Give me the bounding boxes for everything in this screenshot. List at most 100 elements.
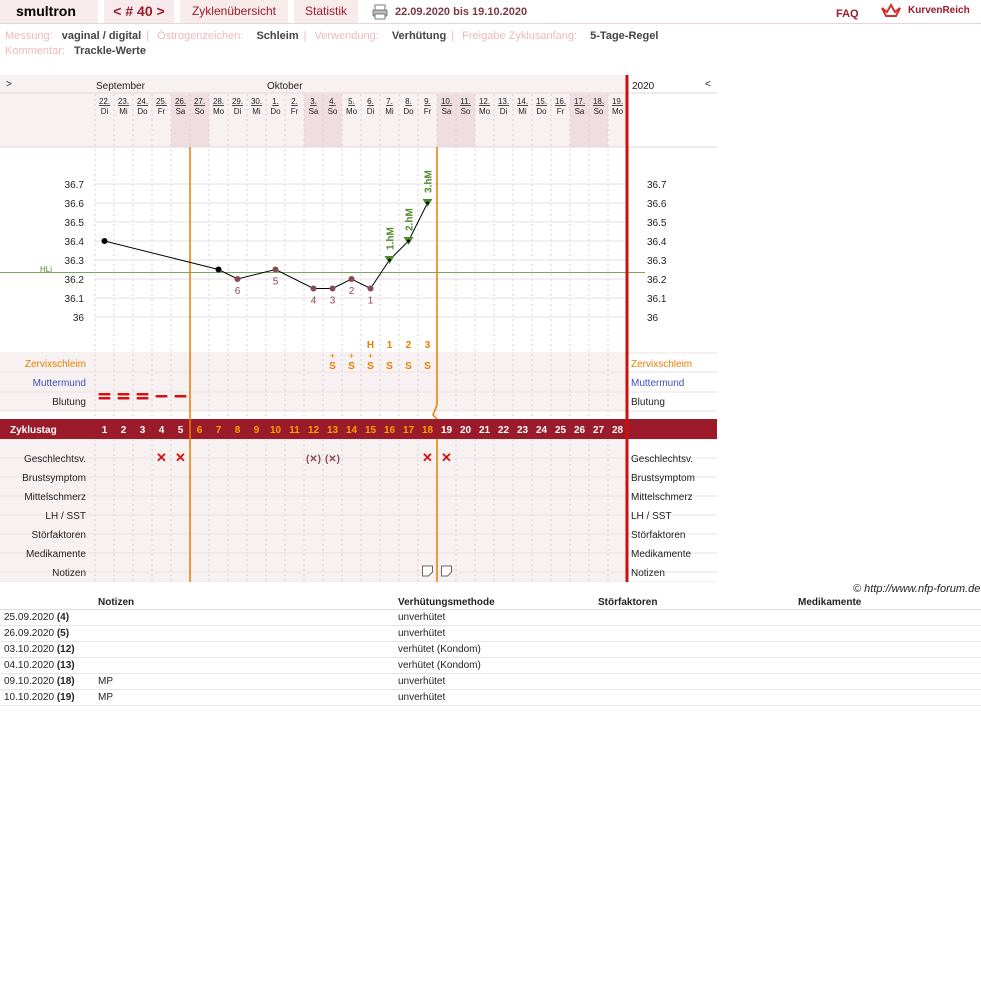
- faq-link[interactable]: FAQ: [836, 8, 859, 20]
- intercourse-mark: (✕): [325, 454, 340, 465]
- cycle-day-number: 1: [102, 425, 108, 436]
- disturbance-cell: [594, 641, 794, 658]
- day-weekday-label: Do: [137, 107, 148, 116]
- medication-cell: [794, 657, 981, 674]
- day-date-label: 30.: [251, 97, 262, 106]
- temperature-point: [310, 285, 317, 292]
- cycle-day-number: 19: [441, 425, 453, 436]
- temp-axis-label-left: 36.4: [65, 237, 85, 248]
- day-date-label: 9.: [424, 97, 431, 106]
- cycle-day-number: 28: [612, 425, 624, 436]
- date-column-header: [0, 596, 94, 610]
- day-date-label: 11.: [460, 97, 471, 106]
- cycle-navigation[interactable]: < # 40 >: [104, 0, 174, 23]
- cycle-day-number: 24: [536, 425, 548, 436]
- bleeding-mark: [136, 397, 149, 400]
- method-cell: unverhütet: [394, 673, 594, 690]
- release-value: 5-Tage-Regel: [590, 30, 659, 42]
- day-date-label: 2.: [291, 97, 298, 106]
- day-weekday-label: Mo: [479, 107, 491, 116]
- day-date-label: 5.: [348, 97, 355, 106]
- temp-axis-label-left: 36.2: [65, 275, 85, 286]
- cycle-day-number: 3: [140, 425, 146, 436]
- notes-table: Notizen Verhütungsmethode Störfaktoren M…: [0, 596, 981, 706]
- cycle-day-number: 23: [517, 425, 529, 436]
- note-cell: [94, 641, 394, 658]
- row-label-right-lh: LH / SST: [631, 511, 672, 522]
- intercourse-mark: ✕: [175, 450, 186, 465]
- date-cell: 26.09.2020 (5): [0, 625, 94, 642]
- cycle-day-number: 9: [254, 425, 260, 436]
- notes-table-row: 10.10.2020 (19) MP unverhütet: [0, 689, 981, 706]
- day-weekday-label: Mi: [518, 107, 527, 116]
- tab-statistics[interactable]: Statistik: [294, 0, 358, 23]
- mucus-symbol: S: [424, 361, 431, 372]
- bleeding-mark: [98, 393, 111, 396]
- cycle-day-number: 7: [216, 425, 222, 436]
- medication-cell: [794, 625, 981, 642]
- bleeding-mark: [98, 397, 111, 400]
- brand-link[interactable]: KurvenReich: [908, 5, 970, 16]
- mucus-plus-mark: +: [330, 351, 335, 361]
- cycle-day-number: 26: [574, 425, 586, 436]
- day-date-label: 10.: [441, 97, 452, 106]
- cycle-day-bar-label: Zyklustag: [10, 425, 57, 436]
- intercourse-mark: ✕: [441, 450, 452, 465]
- day-date-label: 18.: [593, 97, 604, 106]
- chart-prev-button[interactable]: >: [6, 79, 12, 90]
- note-cell: MP: [94, 689, 394, 706]
- method-cell: unverhütet: [394, 609, 594, 626]
- disturbance-column-header: Störfaktoren: [594, 596, 794, 610]
- day-date-label: 13.: [498, 97, 509, 106]
- intercourse-mark: (✕): [306, 454, 321, 465]
- day-date-label: 17.: [574, 97, 585, 106]
- month-label-september: September: [96, 81, 146, 92]
- note-cell: [94, 625, 394, 642]
- temperature-point: [426, 201, 429, 205]
- temp-axis-label-right: 36.5: [647, 218, 667, 229]
- row-label-left-sex: Geschlechtsv.: [24, 454, 86, 465]
- day-weekday-label: Mo: [612, 107, 624, 116]
- cycle-date-range: 22.09.2020 bis 19.10.2020: [395, 6, 528, 18]
- row-label-left-mucus: Zervixschleim: [25, 359, 86, 370]
- cycle-chart: > <2020September Oktober22.Di23.Mi24.Do25.…: [0, 75, 717, 582]
- day-date-label: 27.: [194, 97, 205, 106]
- copyright-text: © http://www.nfp-forum.de: [853, 583, 981, 595]
- chart-next-button[interactable]: <: [705, 79, 711, 90]
- cycle-day-ref: (13): [56, 660, 75, 671]
- date-cell: 10.10.2020 (19): [0, 689, 94, 706]
- mucus-peak-label: 1: [387, 340, 393, 351]
- printer-icon[interactable]: [372, 4, 388, 20]
- cycle-day-number: 4: [159, 425, 165, 436]
- temperature-point: [215, 266, 222, 273]
- bleeding-mark: [136, 393, 149, 396]
- cycle-day-number: 16: [384, 425, 396, 436]
- date-cell: 03.10.2020 (12): [0, 641, 94, 658]
- temperature-point: [101, 238, 108, 244]
- tab-cycle-overview[interactable]: Zyklenübersicht: [180, 0, 288, 23]
- header-divider: [0, 23, 981, 24]
- row-label-left-cervix: Muttermund: [33, 378, 86, 389]
- day-weekday-label: Do: [403, 107, 414, 116]
- day-date-label: 25.: [156, 97, 167, 106]
- high-measure-label: 3.hM: [424, 170, 435, 193]
- low-value-number: 2: [349, 286, 355, 297]
- day-weekday-label: Sa: [309, 107, 319, 116]
- method-column-header: Verhütungsmethode: [394, 596, 594, 610]
- day-weekday-label: Mi: [385, 107, 394, 116]
- method-cell: verhütet (Kondom): [394, 657, 594, 674]
- note-cell: [94, 609, 394, 626]
- day-weekday-label: Di: [234, 107, 242, 116]
- day-weekday-label: Fr: [424, 107, 432, 116]
- day-date-label: 19.: [612, 97, 623, 106]
- temperature-point: [388, 258, 391, 262]
- temp-axis-label-left: 36.6: [65, 199, 85, 210]
- row-label-left-meds: Medikamente: [26, 549, 86, 560]
- mucus-symbol: S: [386, 361, 393, 372]
- cycle-day-ref: (5): [56, 628, 70, 639]
- disturbance-cell: [594, 609, 794, 626]
- row-label-left-breast: Brustsymptom: [22, 473, 86, 484]
- medication-cell: [794, 609, 981, 626]
- disturbance-cell: [594, 689, 794, 706]
- cycle-info-line-2: Kommentar: Trackle-Werte: [5, 45, 146, 57]
